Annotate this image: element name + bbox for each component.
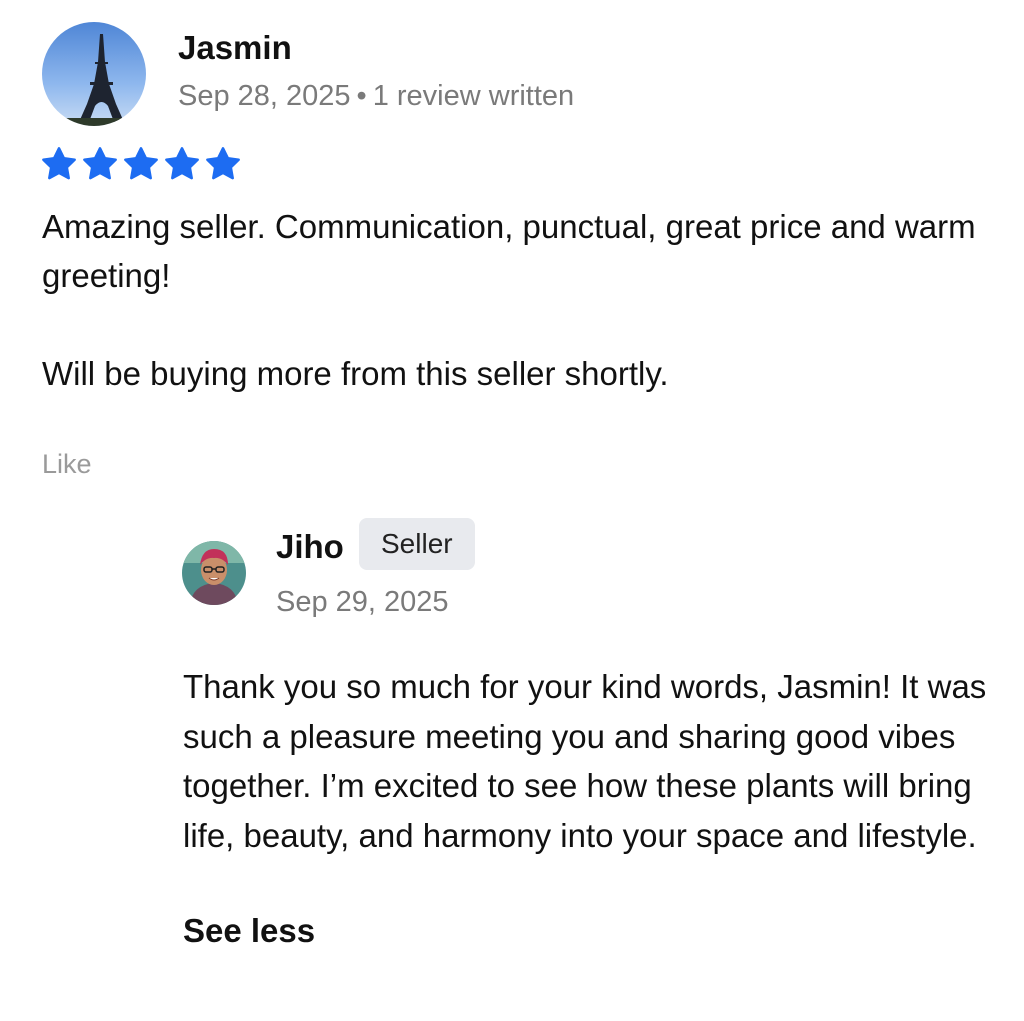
seller-name[interactable]: Jiho xyxy=(276,527,344,567)
reviewer-name[interactable]: Jasmin xyxy=(178,28,292,68)
reply-text: Thank you so much for your kind words, J… xyxy=(183,668,987,854)
review-count: 1 review written xyxy=(372,80,575,112)
star-icon xyxy=(122,146,160,182)
review-text: Amazing seller. Communication, punctual,… xyxy=(42,202,1002,398)
review-paragraph: Will be buying more from this seller sho… xyxy=(42,355,669,392)
review-meta: Sep 28, 2025 • 1 review written xyxy=(178,77,574,115)
see-less-button[interactable]: See less xyxy=(183,906,315,955)
seller-badge: Seller xyxy=(359,518,475,570)
reviewer-avatar[interactable] xyxy=(42,22,146,126)
review-paragraph: Amazing seller. Communication, punctual,… xyxy=(42,208,976,294)
star-icon xyxy=(40,146,78,182)
review-date: Sep 28, 2025 xyxy=(178,80,351,112)
star-icon xyxy=(163,146,201,182)
like-button[interactable]: Like xyxy=(42,446,92,482)
seller-avatar[interactable] xyxy=(182,541,246,605)
star-icon xyxy=(204,146,242,182)
reply-date: Sep 29, 2025 xyxy=(276,586,449,618)
star-icon xyxy=(81,146,119,182)
meta-separator: • xyxy=(356,80,367,112)
star-rating xyxy=(40,146,242,182)
